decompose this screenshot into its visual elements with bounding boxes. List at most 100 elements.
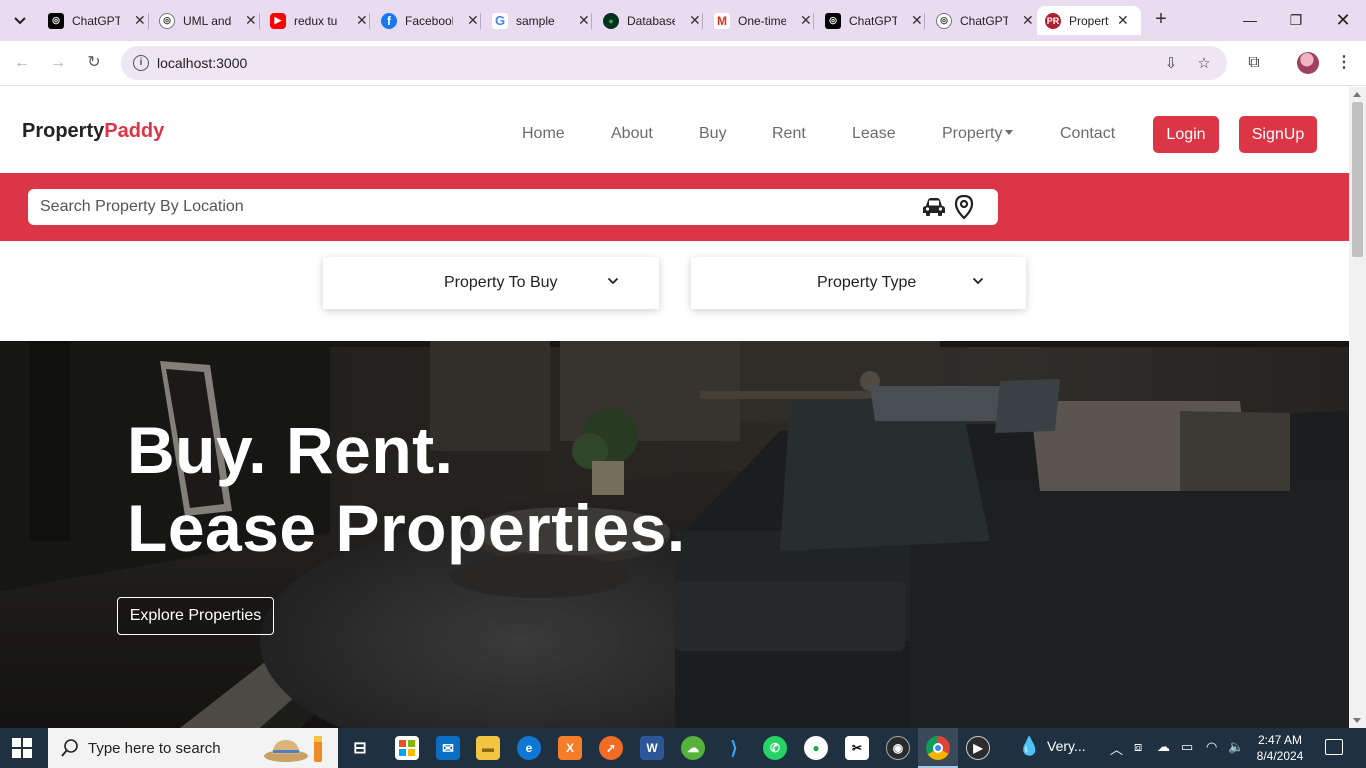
browser-tab[interactable]: G sample ✕: [484, 6, 598, 35]
tab-title: One-time: [738, 13, 786, 28]
file-explorer-icon[interactable]: ▬: [476, 736, 500, 760]
restore-icon[interactable]: ❐: [1284, 8, 1308, 32]
browser-tab[interactable]: M One-time ✕: [706, 6, 820, 35]
browser-tab[interactable]: ◎ ChatGPT ✕: [817, 6, 931, 35]
browser-tab[interactable]: ◎ ChatGPT ✕: [40, 6, 154, 35]
media-player-icon[interactable]: ▶: [966, 736, 990, 760]
back-icon[interactable]: ←: [10, 51, 34, 75]
scroll-up-arrow-icon[interactable]: [1353, 92, 1361, 97]
search-highlight-hat-icon[interactable]: [262, 734, 324, 764]
location-search-input[interactable]: Search Property By Location: [28, 189, 998, 225]
browser-tab-active[interactable]: PR Property ✕: [1037, 6, 1141, 35]
brand-accent-text: Paddy: [104, 120, 165, 142]
chatgpt-icon: ◎: [159, 12, 175, 29]
nav-about[interactable]: About: [611, 125, 653, 143]
close-tab-icon[interactable]: ✕: [911, 12, 923, 29]
hero-heading-line2: Lease Properties.: [127, 491, 686, 565]
chatgpt-icon: ◎: [825, 12, 841, 29]
scrollbar-thumb[interactable]: [1352, 102, 1363, 257]
task-view-icon[interactable]: ⊟: [348, 736, 372, 760]
onedrive-icon[interactable]: ☁: [1157, 739, 1170, 755]
location-pin-icon[interactable]: [954, 195, 974, 219]
address-bar[interactable]: i localhost:3000 ⇩ ☆: [121, 46, 1227, 80]
nav-lease[interactable]: Lease: [852, 125, 896, 143]
microsoft-store-icon[interactable]: [395, 736, 419, 760]
chatgpt-icon: ◎: [48, 12, 64, 29]
vscode-icon[interactable]: ⟩: [722, 736, 746, 760]
scroll-down-arrow-icon[interactable]: [1353, 718, 1361, 723]
profile-avatar[interactable]: [1297, 52, 1319, 74]
purpose-select-value: Property To Buy: [444, 274, 558, 291]
cloud-app-icon[interactable]: ☁: [681, 736, 705, 760]
extensions-icon[interactable]: ⧉: [1243, 52, 1265, 74]
property-type-select[interactable]: Property Type: [691, 257, 1026, 309]
whatsapp-icon[interactable]: ✆: [763, 736, 787, 760]
close-tab-icon[interactable]: ✕: [467, 12, 479, 29]
tab-title: ChatGPT: [72, 13, 120, 28]
close-tab-icon[interactable]: ✕: [800, 12, 812, 29]
propertypaddy-icon: PR: [1045, 12, 1061, 29]
nav-contact[interactable]: Contact: [1060, 125, 1115, 143]
nav-property-dropdown[interactable]: Property: [942, 125, 1014, 143]
chrome-icon[interactable]: [926, 736, 950, 760]
close-tab-icon[interactable]: ✕: [578, 12, 590, 29]
battery-icon[interactable]: ▭: [1181, 739, 1193, 755]
volume-icon[interactable]: 🔈: [1228, 739, 1244, 755]
close-tab-icon[interactable]: ✕: [245, 12, 257, 29]
xampp-icon[interactable]: X: [558, 736, 582, 760]
mail-icon[interactable]: ✉: [436, 736, 460, 760]
tab-title: Database: [627, 13, 675, 28]
chatgpt-icon: ◎: [936, 12, 952, 29]
install-app-icon[interactable]: ⇩: [1162, 55, 1180, 73]
menu-icon[interactable]: ⋮: [1333, 52, 1355, 74]
notification-center-icon[interactable]: [1325, 739, 1343, 755]
close-window-icon[interactable]: ✕: [1331, 8, 1355, 32]
capcut-icon[interactable]: ✂: [845, 736, 869, 760]
system-clock[interactable]: 2:47 AM 8/4/2024: [1250, 732, 1310, 764]
reload-icon[interactable]: ↻: [82, 51, 106, 75]
forward-icon[interactable]: →: [46, 51, 70, 75]
browser-tab[interactable]: ● Database ✕: [595, 6, 709, 35]
edge-icon[interactable]: e: [517, 736, 541, 760]
site-info-icon[interactable]: i: [133, 55, 149, 71]
close-tab-icon[interactable]: ✕: [356, 12, 368, 29]
weather-drop-icon[interactable]: 💧: [1018, 736, 1040, 757]
tab-search-button[interactable]: [8, 9, 32, 33]
page-scrollbar[interactable]: [1349, 87, 1366, 728]
close-tab-icon[interactable]: ✕: [134, 12, 146, 29]
site-logo[interactable]: PropertyPaddy: [22, 120, 164, 143]
weather-text[interactable]: Very...: [1047, 738, 1086, 754]
nav-property-label: Property: [942, 125, 1003, 142]
new-tab-icon[interactable]: +: [1150, 9, 1172, 31]
url-text[interactable]: localhost:3000: [157, 55, 247, 71]
word-icon[interactable]: W: [640, 736, 664, 760]
browser-tab[interactable]: f Facebook ✕: [373, 6, 487, 35]
property-purpose-select[interactable]: Property To Buy: [323, 257, 659, 309]
tab-title: ChatGPT: [960, 13, 1008, 28]
car-icon[interactable]: [922, 196, 946, 218]
meet-now-icon[interactable]: ⧈: [1134, 739, 1142, 755]
postman-icon[interactable]: ➚: [599, 736, 623, 760]
chevron-down-icon: [14, 17, 26, 25]
clock-time: 2:47 AM: [1257, 733, 1303, 747]
wifi-icon[interactable]: ◠: [1206, 739, 1217, 755]
browser-tab[interactable]: ◎ UML and ✕: [151, 6, 265, 35]
signup-button[interactable]: SignUp: [1239, 116, 1317, 153]
nav-rent[interactable]: Rent: [772, 125, 806, 143]
minimize-icon[interactable]: —: [1238, 8, 1262, 32]
explore-properties-button[interactable]: Explore Properties: [117, 597, 274, 635]
close-tab-icon[interactable]: ✕: [1022, 12, 1034, 29]
login-button[interactable]: Login: [1153, 116, 1219, 153]
nav-home[interactable]: Home: [522, 125, 565, 143]
show-hidden-icons-chevron-icon[interactable]: ︿: [1110, 739, 1123, 758]
taskbar-search-box[interactable]: Type here to search: [48, 728, 338, 768]
obs-icon[interactable]: ◉: [886, 736, 910, 760]
close-tab-icon[interactable]: ✕: [689, 12, 701, 29]
close-tab-icon[interactable]: ✕: [1117, 12, 1129, 29]
windows-start-icon[interactable]: [12, 738, 32, 758]
browser-tab[interactable]: ◎ ChatGPT ✕: [928, 6, 1042, 35]
mongodb-compass-icon[interactable]: ●: [804, 736, 828, 760]
bookmark-star-icon[interactable]: ☆: [1195, 55, 1213, 73]
nav-buy[interactable]: Buy: [699, 125, 727, 143]
browser-tab[interactable]: ▶ redux tu ✕: [262, 6, 376, 35]
